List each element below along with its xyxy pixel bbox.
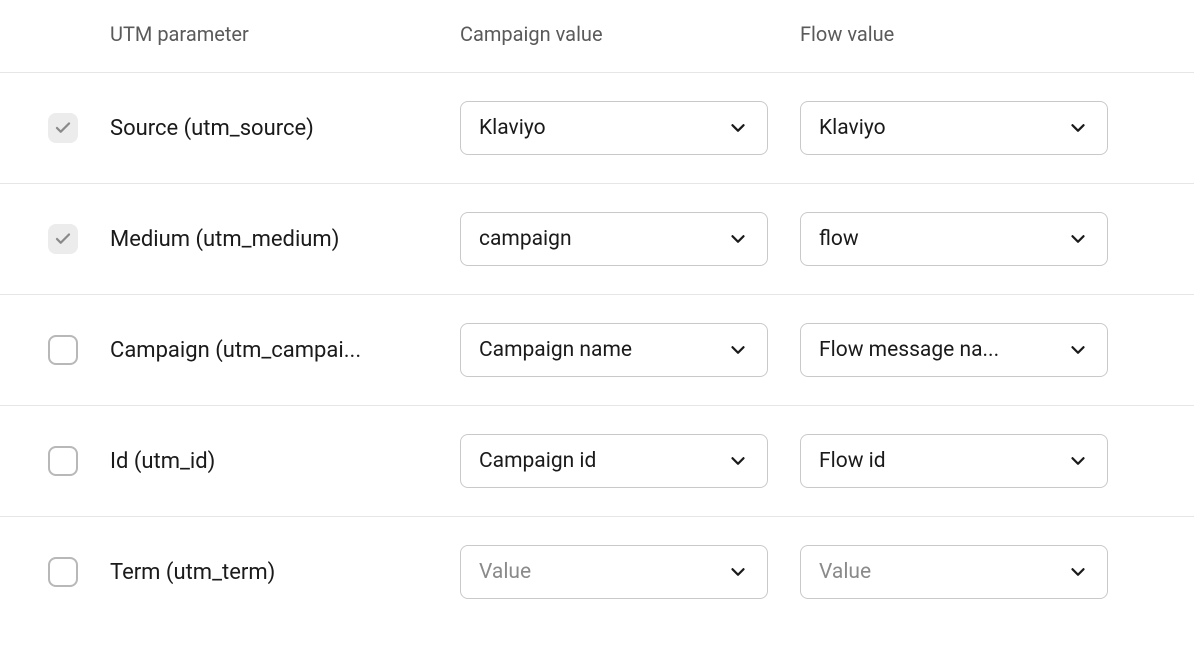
chevron-down-icon <box>1067 228 1089 250</box>
row-checkbox[interactable] <box>48 557 78 587</box>
flow-value-dropdown[interactable]: Value <box>800 545 1108 599</box>
campaign-cell: campaign <box>460 212 800 266</box>
chevron-down-icon <box>1067 450 1089 472</box>
table-row: Term (utm_term) Value Value <box>0 517 1194 627</box>
checkbox-cell <box>0 335 110 365</box>
dropdown-text: Campaign id <box>479 449 596 473</box>
campaign-value-dropdown[interactable]: campaign <box>460 212 768 266</box>
campaign-value-dropdown[interactable]: Campaign id <box>460 434 768 488</box>
campaign-value-dropdown[interactable]: Value <box>460 545 768 599</box>
dropdown-text: Flow id <box>819 449 886 473</box>
header-campaign: Campaign value <box>460 22 800 46</box>
param-label: Medium (utm_medium) <box>110 227 460 252</box>
chevron-down-icon <box>727 561 749 583</box>
campaign-cell: Klaviyo <box>460 101 800 155</box>
param-label: Term (utm_term) <box>110 560 460 585</box>
checkbox-cell <box>0 113 110 143</box>
chevron-down-icon <box>727 450 749 472</box>
flow-value-dropdown[interactable]: Klaviyo <box>800 101 1108 155</box>
chevron-down-icon <box>727 339 749 361</box>
table-row: Source (utm_source) Klaviyo Klaviyo <box>0 73 1194 184</box>
param-label: Source (utm_source) <box>110 116 460 141</box>
table-row: Campaign (utm_campai... Campaign name Fl… <box>0 295 1194 406</box>
campaign-value-dropdown[interactable]: Klaviyo <box>460 101 768 155</box>
flow-cell: flow <box>800 212 1140 266</box>
flow-cell: Klaviyo <box>800 101 1140 155</box>
row-checkbox[interactable] <box>48 446 78 476</box>
checkbox-cell <box>0 224 110 254</box>
checkbox-cell <box>0 446 110 476</box>
flow-cell: Value <box>800 545 1140 599</box>
chevron-down-icon <box>1067 339 1089 361</box>
row-checkbox[interactable] <box>48 113 78 143</box>
check-icon <box>54 230 72 248</box>
campaign-cell: Campaign name <box>460 323 800 377</box>
param-label: Campaign (utm_campai... <box>110 338 460 363</box>
table-row: Medium (utm_medium) campaign flow <box>0 184 1194 295</box>
dropdown-text: Campaign name <box>479 338 632 362</box>
campaign-value-dropdown[interactable]: Campaign name <box>460 323 768 377</box>
param-label: Id (utm_id) <box>110 449 460 474</box>
dropdown-text: Value <box>479 560 531 584</box>
dropdown-text: Value <box>819 560 871 584</box>
dropdown-text: Flow message na... <box>819 338 999 362</box>
table-row: Id (utm_id) Campaign id Flow id <box>0 406 1194 517</box>
flow-cell: Flow message na... <box>800 323 1140 377</box>
checkbox-cell <box>0 557 110 587</box>
dropdown-text: Klaviyo <box>819 116 886 140</box>
check-icon <box>54 119 72 137</box>
dropdown-text: Klaviyo <box>479 116 546 140</box>
chevron-down-icon <box>727 117 749 139</box>
row-checkbox[interactable] <box>48 335 78 365</box>
campaign-cell: Value <box>460 545 800 599</box>
table-header-row: UTM parameter Campaign value Flow value <box>0 0 1194 73</box>
chevron-down-icon <box>727 228 749 250</box>
header-param: UTM parameter <box>110 22 460 46</box>
chevron-down-icon <box>1067 117 1089 139</box>
utm-table: UTM parameter Campaign value Flow value … <box>0 0 1194 627</box>
dropdown-text: campaign <box>479 227 572 251</box>
flow-value-dropdown[interactable]: Flow id <box>800 434 1108 488</box>
flow-value-dropdown[interactable]: Flow message na... <box>800 323 1108 377</box>
header-flow: Flow value <box>800 22 1140 46</box>
flow-value-dropdown[interactable]: flow <box>800 212 1108 266</box>
row-checkbox[interactable] <box>48 224 78 254</box>
flow-cell: Flow id <box>800 434 1140 488</box>
campaign-cell: Campaign id <box>460 434 800 488</box>
chevron-down-icon <box>1067 561 1089 583</box>
dropdown-text: flow <box>819 227 859 251</box>
